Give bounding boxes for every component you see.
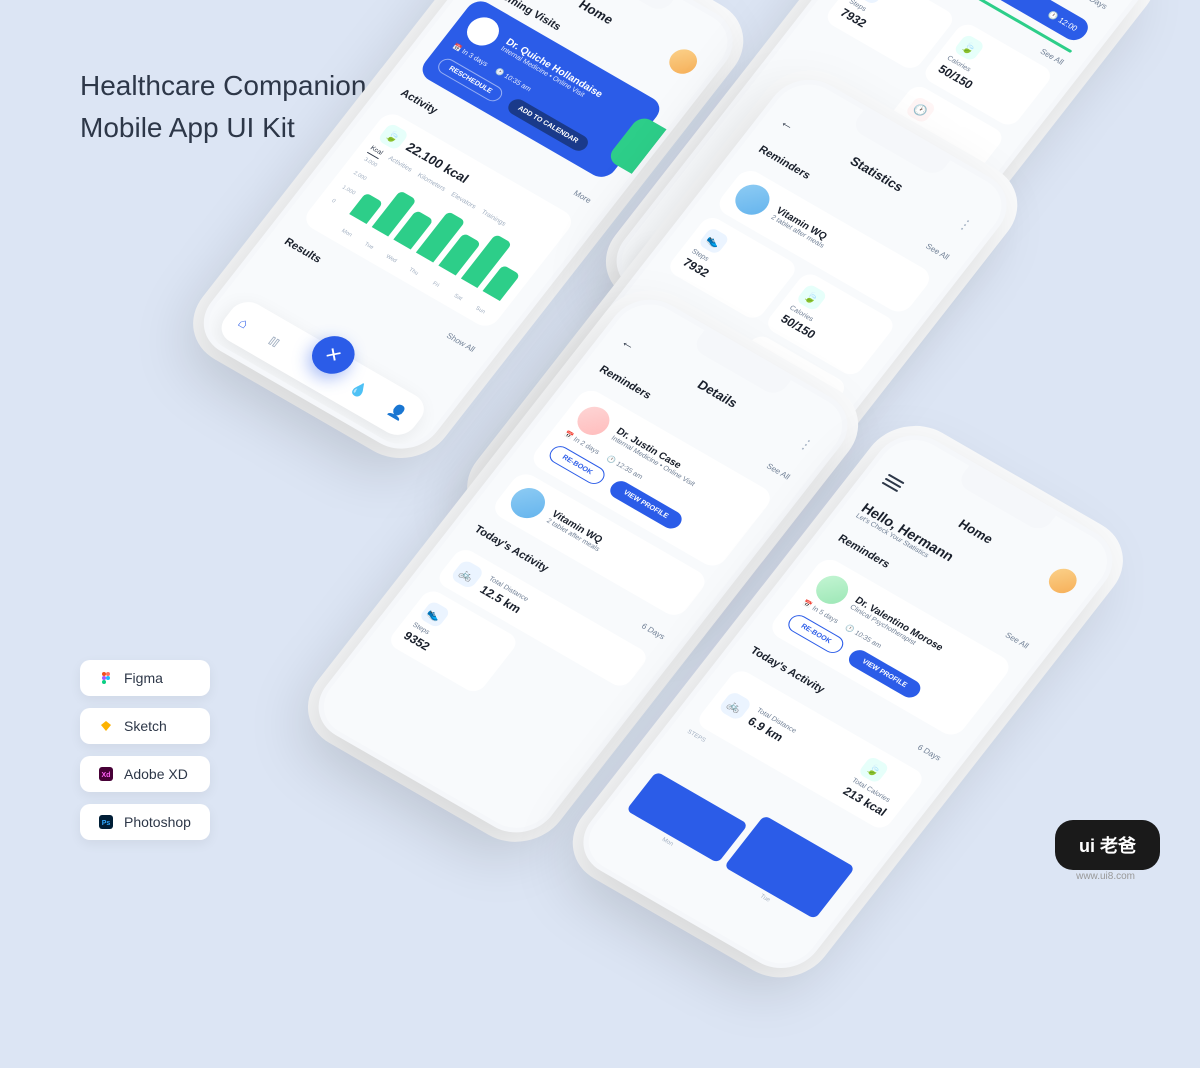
screen-title: Home bbox=[956, 516, 997, 546]
sketch-icon bbox=[98, 718, 114, 734]
reschedule-button[interactable]: RESCHEDULE bbox=[435, 56, 506, 105]
menu-icon[interactable] bbox=[882, 474, 905, 493]
view-profile-button[interactable]: VIEW PROFILE bbox=[845, 647, 925, 701]
section-results: Results bbox=[282, 236, 324, 265]
shoe-icon: 👟 bbox=[698, 227, 731, 256]
clock-icon: 🕐 12:00 bbox=[1046, 10, 1079, 33]
pill-icon bbox=[504, 482, 552, 523]
pill-icon bbox=[729, 179, 777, 220]
leaf-icon: 🍃 bbox=[795, 283, 828, 312]
tool-sketch: Sketch bbox=[80, 708, 210, 744]
ps-icon: Ps bbox=[98, 814, 114, 830]
svg-text:Ps: Ps bbox=[102, 820, 111, 827]
clock-icon: 🕐 bbox=[904, 96, 937, 125]
tool-label: Adobe XD bbox=[124, 766, 188, 782]
xd-icon: Xd bbox=[98, 766, 114, 782]
watermark-url: www.ui8.com bbox=[1076, 871, 1135, 882]
tool-label: Photoshop bbox=[124, 814, 191, 830]
watermark: ui 老爸 bbox=[1055, 820, 1160, 870]
leaf-icon: 🍃 bbox=[858, 756, 891, 785]
view-profile-button[interactable]: VIEW PROFILE bbox=[606, 478, 686, 532]
back-icon[interactable]: ← bbox=[777, 113, 799, 133]
more-icon[interactable]: ⋮ bbox=[795, 435, 818, 456]
nav-water-icon[interactable]: 💧 bbox=[346, 378, 372, 400]
tool-xd: Xd Adobe XD bbox=[80, 756, 210, 792]
avatar[interactable] bbox=[1043, 564, 1082, 598]
nav-home-icon[interactable]: ⌂ bbox=[235, 314, 252, 331]
svg-text:Xd: Xd bbox=[102, 772, 111, 779]
doctor-avatar bbox=[810, 570, 855, 609]
back-icon[interactable]: ← bbox=[618, 333, 640, 353]
leaf-icon: 🍃 bbox=[953, 33, 986, 62]
page-title: Healthcare Companion Mobile App UI Kit bbox=[80, 65, 366, 149]
more-icon[interactable]: ⋮ bbox=[954, 215, 977, 236]
tool-badges: Figma Sketch Xd Adobe XD Ps Photoshop bbox=[80, 660, 210, 840]
more-link[interactable]: More bbox=[572, 189, 593, 205]
tool-label: Sketch bbox=[124, 718, 167, 734]
nav-stats-icon[interactable]: ⫾⫾ bbox=[266, 332, 284, 350]
leaf-icon: 🍃 bbox=[377, 122, 410, 151]
doctor-avatar bbox=[461, 12, 506, 51]
doctor-avatar bbox=[571, 401, 616, 440]
screen-title: Details bbox=[694, 377, 740, 410]
nav-profile-icon[interactable]: 👤 bbox=[385, 401, 411, 423]
show-all-link[interactable]: Show All bbox=[445, 331, 477, 354]
avatar[interactable] bbox=[664, 45, 703, 79]
screen-title: Home bbox=[576, 0, 617, 27]
activity-card: 🍃22.100 kcal KcalActivitiesKilometersEle… bbox=[300, 109, 576, 330]
distance-icon: 🚲 bbox=[449, 559, 485, 590]
tool-ps: Ps Photoshop bbox=[80, 804, 210, 840]
distance-icon: 🚲 bbox=[717, 690, 753, 721]
tool-label: Figma bbox=[124, 670, 163, 686]
section-activity: Activity bbox=[398, 87, 440, 116]
shoe-icon: 👟 bbox=[418, 600, 451, 629]
figma-icon bbox=[98, 670, 114, 686]
